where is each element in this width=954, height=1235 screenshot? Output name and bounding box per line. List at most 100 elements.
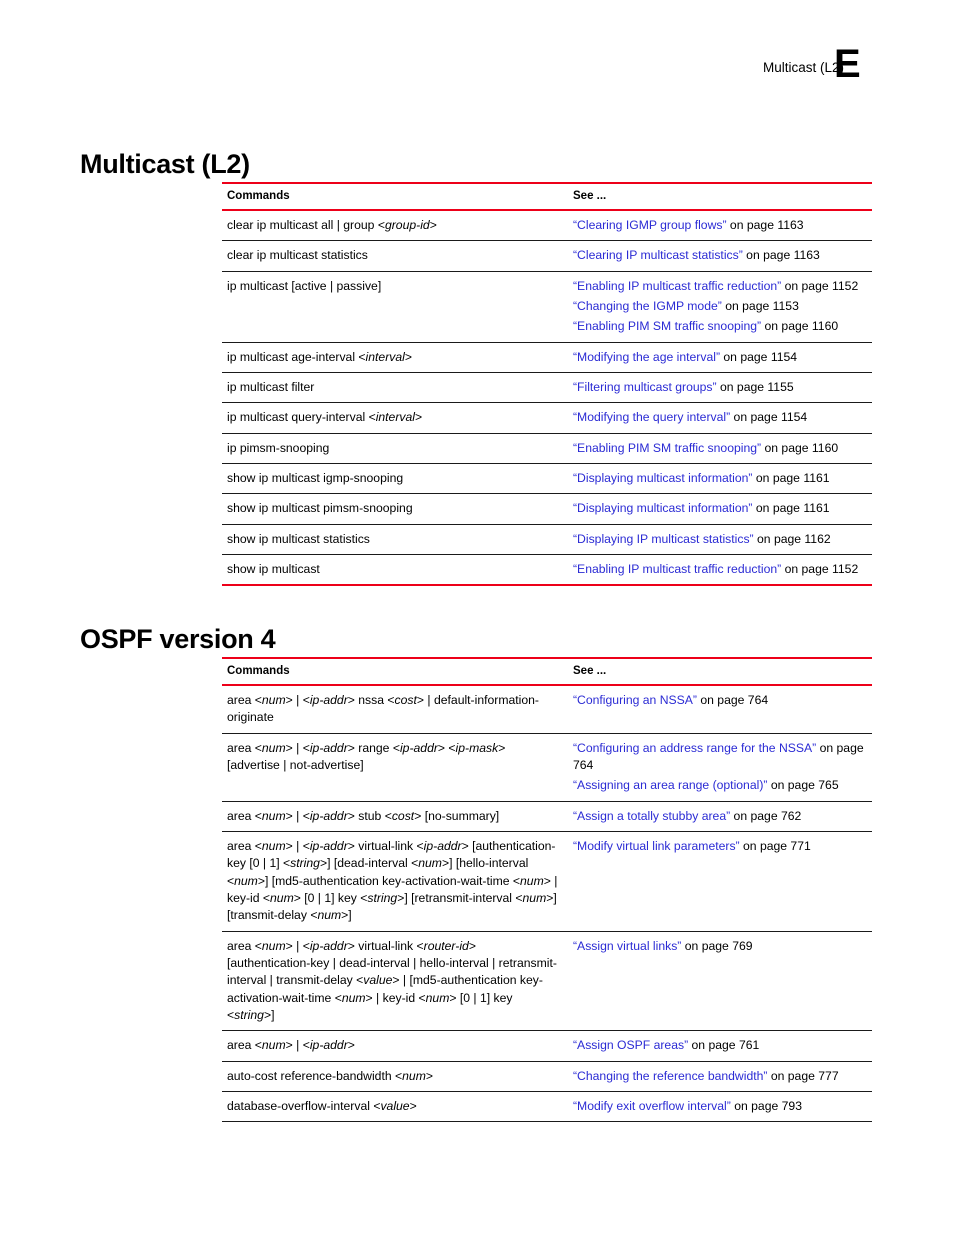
commands-table-ospf: Commands See ... area <num> | <ip-addr> …	[222, 657, 872, 1123]
command-syntax-cell: area <num> | <ip-addr> range <ip-addr> <…	[222, 733, 568, 802]
see-reference-entry: “Clearing IGMP group flows” on page 1163	[573, 217, 864, 234]
see-reference-list: “Filtering multicast groups” on page 115…	[573, 379, 864, 396]
page-number-text: on page 765	[767, 778, 839, 793]
cross-reference-link[interactable]: “Filtering multicast groups”	[573, 380, 717, 394]
table-header-row: Commands See ...	[222, 657, 872, 686]
cross-reference-link[interactable]: “Assign OSPF areas”	[573, 1038, 688, 1052]
cross-reference-link[interactable]: “Enabling PIM SM traffic snooping”	[573, 319, 761, 333]
command-syntax-cell: ip multicast [active | passive]	[222, 271, 568, 343]
command-syntax-cell: ip multicast age-interval <interval>	[222, 342, 568, 373]
see-reference-cell: “Modify exit overflow interval” on page …	[568, 1091, 872, 1123]
cross-reference-link[interactable]: “Enabling IP multicast traffic reduction…	[573, 562, 781, 576]
see-reference-list: “Assign virtual links” on page 769	[573, 938, 864, 955]
page-number-text: on page 1154	[730, 410, 808, 425]
column-header-see: See ...	[568, 657, 872, 686]
cross-reference-link[interactable]: “Assigning an area range (optional)”	[573, 778, 767, 792]
see-reference-entry: “Changing the IGMP mode” on page 1153	[573, 298, 864, 315]
see-reference-entry: “Enabling IP multicast traffic reduction…	[573, 561, 864, 578]
see-reference-entry: “Assign virtual links” on page 769	[573, 938, 864, 955]
command-syntax-cell: show ip multicast statistics	[222, 524, 568, 555]
command-syntax-cell: area <num> | <ip-addr>	[222, 1030, 568, 1062]
page-number-text: on page 793	[730, 1098, 802, 1113]
see-reference-entry: “Enabling PIM SM traffic snooping” on pa…	[573, 318, 864, 335]
see-reference-entry: “Configuring an NSSA” on page 764	[573, 692, 864, 709]
page-number-text: on page 1155	[716, 379, 794, 394]
command-syntax-cell: show ip multicast	[222, 554, 568, 587]
table-row: ip pimsm-snooping “Enabling PIM SM traffi…	[222, 433, 872, 464]
see-reference-list: “Modify exit overflow interval” on page …	[573, 1098, 864, 1115]
page-number-text: on page 1162	[753, 531, 831, 546]
cross-reference-link[interactable]: “Clearing IP multicast statistics”	[573, 248, 743, 262]
cross-reference-link[interactable]: “Clearing IGMP group flows”	[573, 218, 727, 232]
see-reference-cell: “Displaying multicast information” on pa…	[568, 493, 872, 525]
see-reference-entry: “Changing the reference bandwidth” on pa…	[573, 1068, 864, 1085]
cross-reference-link[interactable]: “Configuring an NSSA”	[573, 693, 697, 707]
cross-reference-link[interactable]: “Enabling IP multicast traffic reduction…	[573, 279, 781, 293]
command-syntax-cell: show ip multicast igmp-snooping	[222, 463, 568, 495]
see-reference-cell: “Displaying multicast information” on pa…	[568, 463, 872, 495]
page-number-text: on page 1161	[752, 501, 830, 516]
command-syntax-cell: clear ip multicast statistics	[222, 240, 568, 272]
cross-reference-link[interactable]: “Displaying multicast information”	[573, 501, 753, 515]
table-row: show ip multicast statistics “Displaying …	[222, 524, 872, 555]
cross-reference-link[interactable]: “Assign a totally stubby area”	[573, 809, 730, 823]
see-reference-cell: “Assign virtual links” on page 769	[568, 931, 872, 1032]
cross-reference-link[interactable]: “Displaying IP multicast statistics”	[573, 532, 754, 546]
see-reference-list: “Modifying the query interval” on page 1…	[573, 409, 864, 426]
page-number-text: on page 771	[739, 838, 811, 853]
see-reference-cell: “Modifying the age interval” on page 115…	[568, 342, 872, 373]
command-syntax-cell: auto-cost reference-bandwidth <num>	[222, 1061, 568, 1092]
cross-reference-link[interactable]: “Changing the reference bandwidth”	[573, 1069, 767, 1083]
cross-reference-link[interactable]: “Modifying the query interval”	[573, 410, 730, 424]
cross-reference-link[interactable]: “Modifying the age interval”	[573, 350, 720, 364]
command-syntax-cell: show ip multicast pimsm-snooping	[222, 493, 568, 525]
column-header-commands: Commands	[222, 182, 568, 211]
column-header-commands: Commands	[222, 657, 568, 686]
see-reference-entry: “Modifying the age interval” on page 115…	[573, 349, 864, 366]
see-reference-cell: “Clearing IP multicast statistics” on pa…	[568, 240, 872, 272]
see-reference-list: “Displaying IP multicast statistics” on …	[573, 531, 864, 548]
see-reference-cell: “Changing the reference bandwidth” on pa…	[568, 1061, 872, 1092]
see-reference-cell: “Displaying IP multicast statistics” on …	[568, 524, 872, 555]
table-row: ip multicast age-interval <interval> “Mod…	[222, 342, 872, 373]
see-reference-cell: “Assign OSPF areas” on page 761	[568, 1030, 872, 1062]
see-reference-list: “Enabling PIM SM traffic snooping” on pa…	[573, 440, 864, 457]
see-reference-entry: “Modify exit overflow interval” on page …	[573, 1098, 864, 1115]
table-row: show ip multicast pimsm-snooping “Display…	[222, 493, 872, 525]
cross-reference-link[interactable]: “Configuring an address range for the NS…	[573, 741, 816, 755]
table-row: auto-cost reference-bandwidth <num> “Chan…	[222, 1061, 872, 1092]
command-syntax-cell: area <num> | <ip-addr> virtual-link <ip-…	[222, 831, 568, 932]
see-reference-cell: “Assign a totally stubby area” on page 7…	[568, 801, 872, 832]
page-number-text: on page 1152	[781, 561, 859, 576]
table-header-row: Commands See ...	[222, 182, 872, 211]
command-syntax-cell: area <num> | <ip-addr> nssa <cost> | def…	[222, 685, 568, 734]
page-number-text: on page 1163	[726, 218, 804, 232]
cross-reference-link[interactable]: “Modify virtual link parameters”	[573, 839, 740, 853]
running-header-title: Multicast (L2)	[762, 60, 844, 75]
see-reference-cell: “Clearing IGMP group flows” on page 1163	[568, 210, 872, 242]
see-reference-entry: “Modifying the query interval” on page 1…	[573, 409, 864, 426]
cross-reference-link[interactable]: “Displaying multicast information”	[573, 471, 753, 485]
see-reference-list: “Configuring an address range for the NS…	[573, 740, 864, 795]
command-syntax-cell: ip multicast filter	[222, 372, 568, 404]
see-reference-list: “Assign a totally stubby area” on page 7…	[573, 808, 864, 825]
commands-table-multicast: Commands See ... clear ip multicast all …	[222, 182, 872, 587]
command-syntax-cell: clear ip multicast all | group <group-id…	[222, 210, 568, 242]
see-reference-cell: “Enabling IP multicast traffic reduction…	[568, 554, 872, 587]
cross-reference-link[interactable]: “Enabling PIM SM traffic snooping”	[573, 441, 761, 455]
cross-reference-link[interactable]: “Changing the IGMP mode”	[573, 299, 722, 313]
cross-reference-link[interactable]: “Assign virtual links”	[573, 939, 681, 953]
see-reference-list: “Configuring an NSSA” on page 764	[573, 692, 864, 709]
page-number-text: on page 777	[767, 1068, 839, 1083]
see-reference-entry: “Enabling PIM SM traffic snooping” on pa…	[573, 440, 864, 457]
cross-reference-link[interactable]: “Modify exit overflow interval”	[573, 1099, 731, 1113]
table-row: database-overflow-interval <value> “Modif…	[222, 1091, 872, 1123]
section-heading-ospf: OSPF version 4	[80, 624, 276, 655]
table-row: ip multicast [active | passive] “Enabling…	[222, 271, 872, 343]
see-reference-cell: “Filtering multicast groups” on page 115…	[568, 372, 872, 404]
section-heading-multicast: Multicast (L2)	[80, 149, 250, 180]
see-reference-list: “Displaying multicast information” on pa…	[573, 470, 864, 487]
command-syntax-cell: area <num> | <ip-addr> virtual-link <rou…	[222, 931, 568, 1032]
see-reference-entry: “Filtering multicast groups” on page 115…	[573, 379, 864, 396]
table-header-ospf: Commands See ...	[222, 657, 872, 686]
